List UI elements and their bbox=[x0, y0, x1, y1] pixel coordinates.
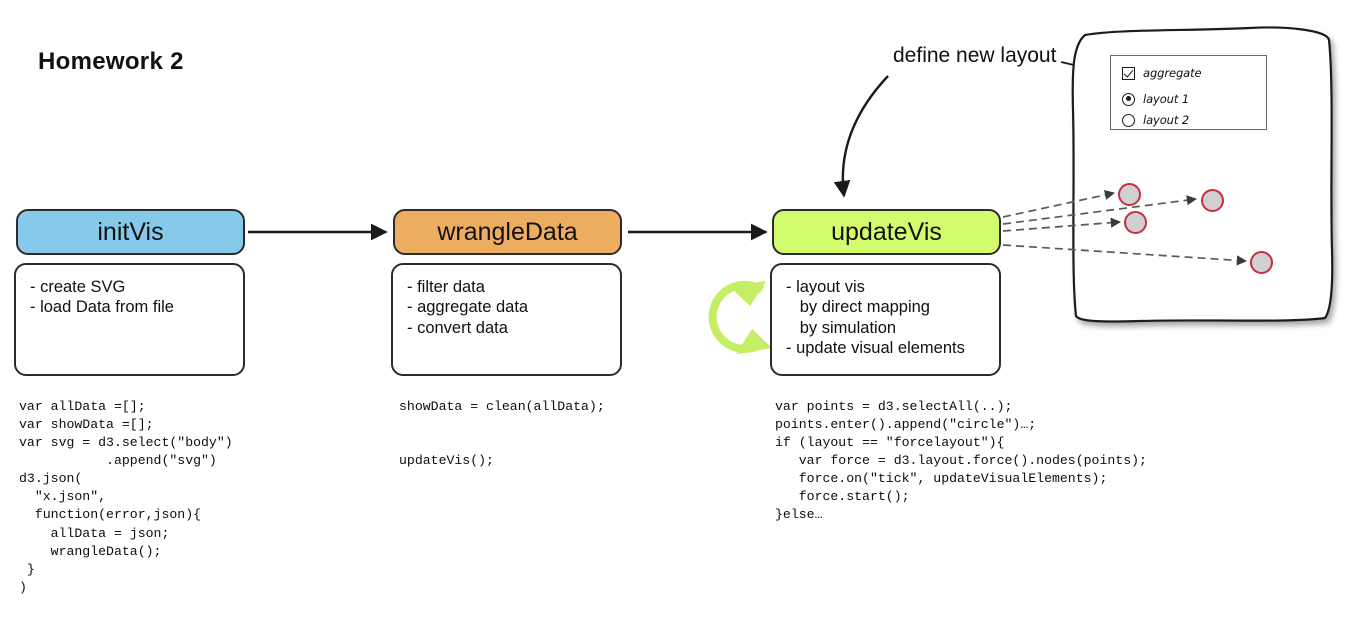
vis-node-circle bbox=[1124, 211, 1147, 234]
checkbox-row-aggregate[interactable]: aggregate bbox=[1122, 63, 1266, 83]
stage-title-updatevis: updateVis bbox=[831, 217, 942, 246]
stage-header-wrangledata[interactable]: wrangleData bbox=[393, 209, 622, 255]
detail-line: - create SVG bbox=[30, 278, 126, 296]
vis-node-circle bbox=[1250, 251, 1273, 274]
radio-row-layout-1[interactable]: layout 1 bbox=[1122, 89, 1266, 109]
stage-header-initvis[interactable]: initVis bbox=[16, 209, 245, 255]
annotation-define-new-layout: define new layout bbox=[893, 44, 1057, 67]
layout-2-radio-label: layout 2 bbox=[1143, 113, 1190, 127]
detail-line: - convert data bbox=[407, 318, 508, 337]
layout-2-radio[interactable] bbox=[1122, 113, 1135, 127]
stage-detail-wrangledata: - filter data - aggregate data - convert… bbox=[391, 263, 622, 376]
aggregate-checkbox[interactable] bbox=[1122, 66, 1135, 80]
vis-node-circle bbox=[1118, 183, 1141, 206]
detail-line: by direct mapping bbox=[786, 298, 930, 317]
vis-node-circle bbox=[1201, 189, 1224, 212]
detail-line: by simulation bbox=[786, 318, 897, 337]
annotation-arrow-to-updatevis bbox=[833, 75, 889, 198]
stage-detail-updatevis: - layout vis by direct mapping by simula… bbox=[770, 263, 1001, 376]
code-block-wrangledata: showData = clean(allData); updateVis(); bbox=[399, 399, 605, 469]
detail-line: - load Data from file bbox=[30, 298, 174, 317]
detail-line: - aggregate data bbox=[407, 298, 529, 317]
detail-line: - layout vis bbox=[786, 278, 865, 296]
aggregate-checkbox-label: aggregate bbox=[1143, 66, 1202, 80]
detail-line: - filter data bbox=[407, 278, 485, 296]
stage-header-updatevis[interactable]: updateVis bbox=[772, 209, 1001, 255]
layout-1-radio-label: layout 1 bbox=[1143, 92, 1190, 106]
loop-arrow-icon bbox=[708, 280, 772, 354]
stage-detail-initvis: - create SVG - load Data from file bbox=[14, 263, 245, 376]
stage-title-wrangledata: wrangleData bbox=[437, 217, 578, 246]
code-block-initvis: var allData =[]; var showData =[]; var s… bbox=[19, 399, 233, 595]
page-title: Homework 2 bbox=[38, 48, 184, 75]
detail-line: - update visual elements bbox=[786, 339, 965, 358]
sketch-panel: aggregate layout 1 layout 2 bbox=[1063, 16, 1333, 332]
layout-1-radio[interactable] bbox=[1122, 92, 1135, 106]
control-panel: aggregate layout 1 layout 2 bbox=[1110, 55, 1267, 130]
stage-title-initvis: initVis bbox=[97, 217, 164, 246]
code-block-updatevis: var points = d3.selectAll(..); points.en… bbox=[775, 399, 1147, 523]
radio-row-layout-2[interactable]: layout 2 bbox=[1122, 110, 1266, 130]
